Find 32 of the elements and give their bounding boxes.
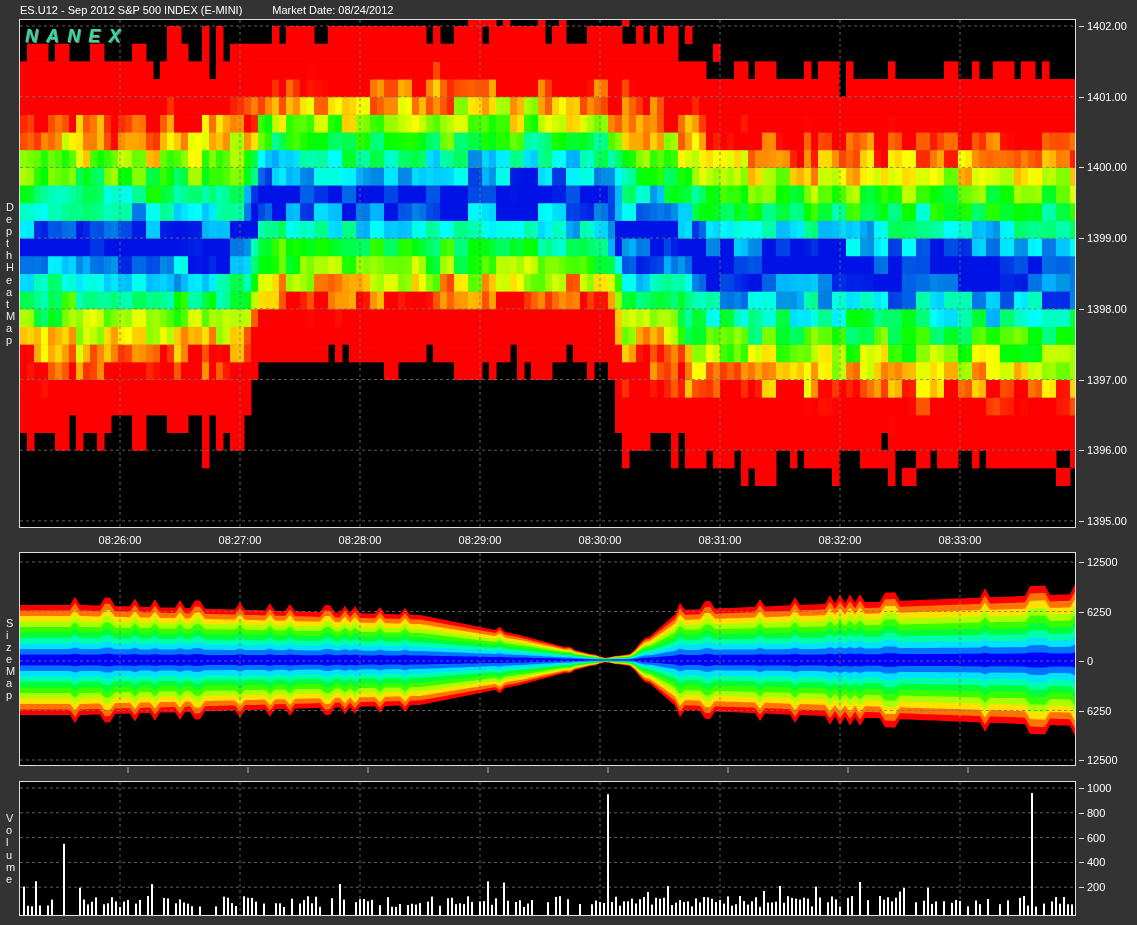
axis-label: 1401.00: [1079, 90, 1127, 103]
axis-label: 08:30:00: [578, 534, 622, 546]
panel-label: Volume: [5, 812, 17, 885]
axis-label: 08:26:00: [98, 534, 142, 546]
logo: NANEX: [25, 26, 129, 47]
axis-label: 600: [1079, 831, 1106, 844]
axis-label: 1402.00: [1079, 20, 1127, 32]
axis-label: 400: [1079, 856, 1106, 869]
axis-label: 1395.00: [1079, 514, 1127, 527]
axis-label: 0: [1079, 655, 1094, 667]
axis-label: 1400.00: [1079, 161, 1127, 174]
instrument-title: ES.U12 - Sep 2012 S&P 500 INDEX (E-MINI): [20, 4, 243, 16]
panel-label: Depth Heat Map: [5, 200, 17, 347]
panel-label: Size Map: [5, 616, 17, 702]
axis-label: 08:33:00: [938, 534, 982, 546]
axis-label: 08:32:00: [818, 534, 862, 546]
axis-label: 08:31:00: [698, 534, 742, 546]
axis-label: 12500: [1079, 556, 1118, 568]
axis-label: 08:27:00: [218, 534, 262, 546]
axis-label: 08:28:00: [338, 534, 382, 546]
axis-label: 6250: [1079, 605, 1112, 618]
axis-label: 200: [1079, 881, 1106, 894]
axis-label: 08:29:00: [458, 534, 502, 546]
axis-label: 1398.00: [1079, 302, 1127, 315]
axis-label: 1397.00: [1079, 373, 1127, 386]
axis-label: 12500: [1079, 754, 1118, 766]
axis-label: 800: [1079, 806, 1106, 819]
axis-label: 6250: [1079, 704, 1112, 717]
market-date: Market Date: 08/24/2012: [272, 4, 394, 16]
axis-label: 1399.00: [1079, 232, 1127, 245]
axis-label: 1000: [1079, 782, 1112, 794]
axis-label: 1396.00: [1079, 444, 1127, 457]
